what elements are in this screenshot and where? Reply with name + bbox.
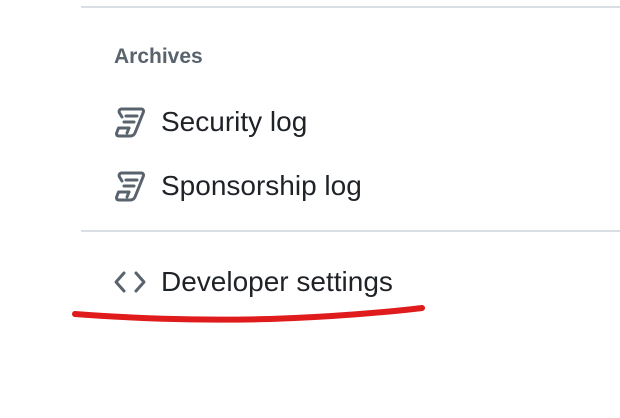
sidebar-item-security-log[interactable]: Security log xyxy=(100,96,600,148)
section-divider xyxy=(81,230,620,232)
sidebar-item-label: Sponsorship log xyxy=(161,170,362,201)
sidebar-item-label: Security log xyxy=(161,106,308,137)
log-icon xyxy=(112,104,148,140)
log-icon xyxy=(112,168,148,204)
code-icon xyxy=(112,264,148,300)
sidebar-item-label: Developer settings xyxy=(161,266,393,297)
sidebar-item-sponsorship-log[interactable]: Sponsorship log xyxy=(100,160,600,212)
top-divider xyxy=(81,6,620,8)
sidebar-item-developer-settings[interactable]: Developer settings xyxy=(100,256,600,308)
archives-heading: Archives xyxy=(114,45,203,68)
